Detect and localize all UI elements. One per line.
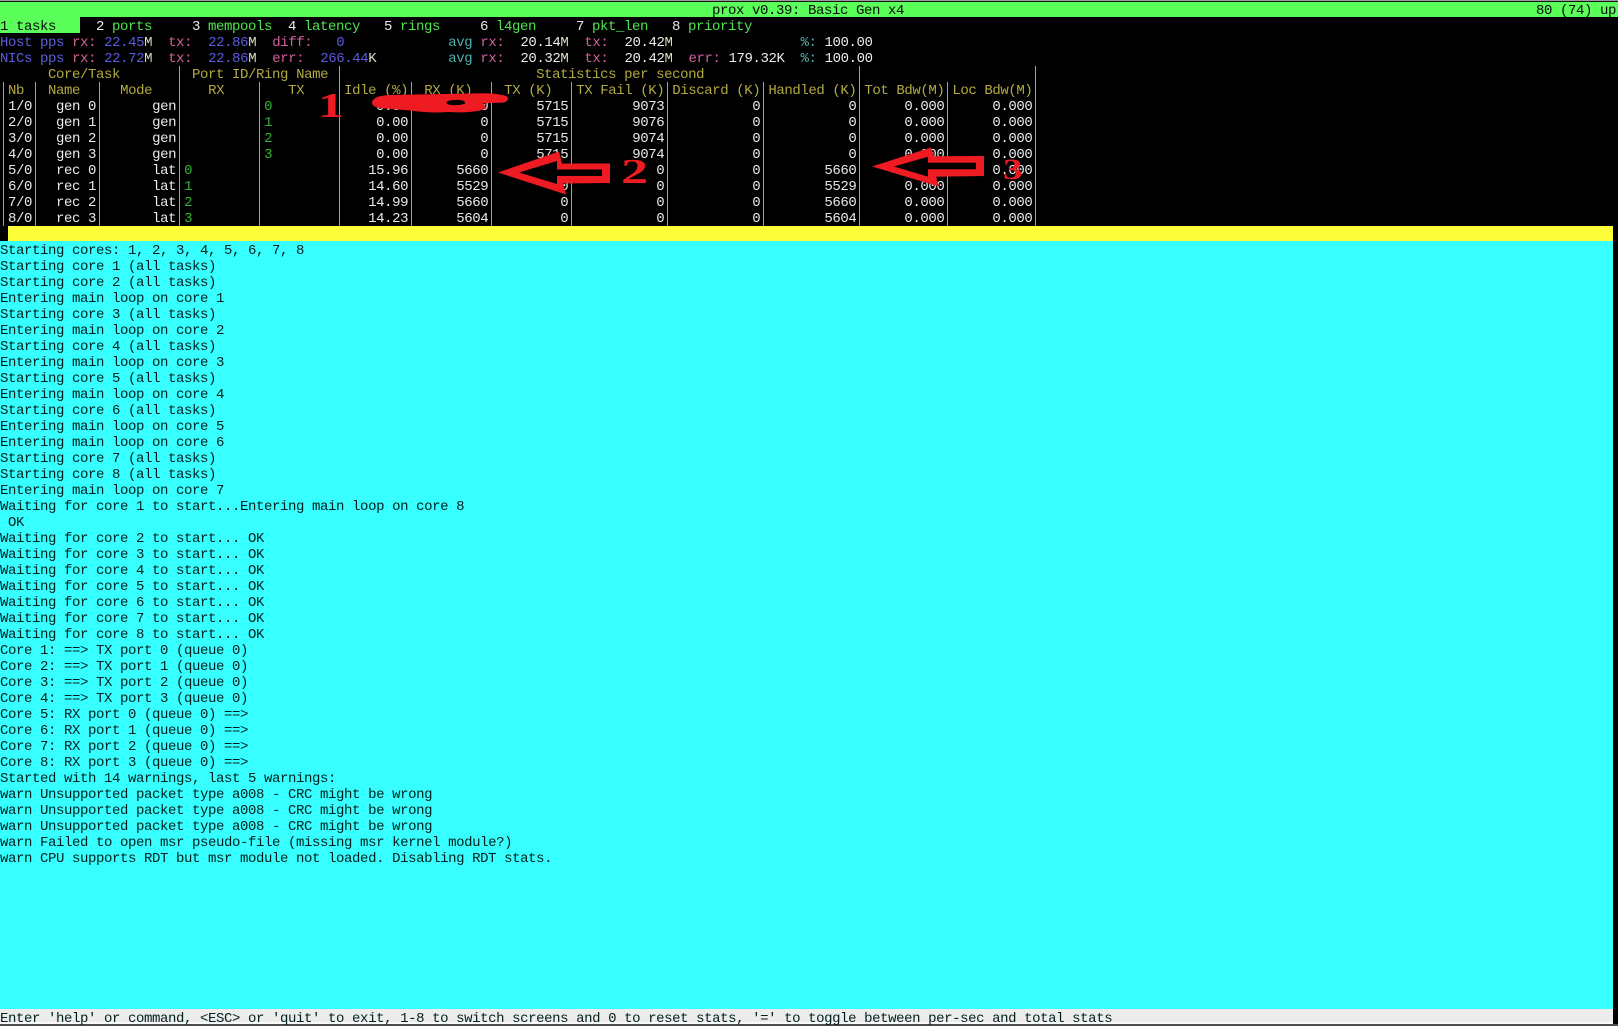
svg-text:1: 1 (318, 86, 344, 125)
svg-text:3: 3 (1003, 152, 1022, 186)
svg-text:2: 2 (621, 152, 648, 191)
